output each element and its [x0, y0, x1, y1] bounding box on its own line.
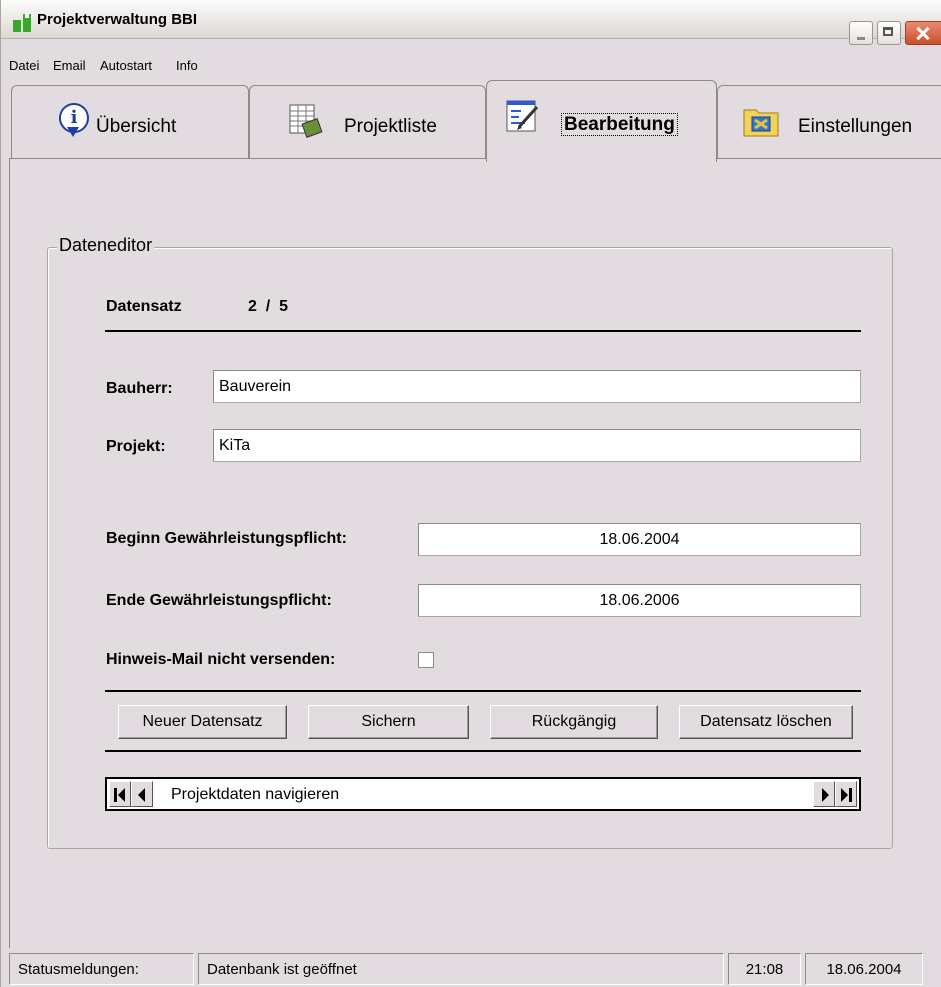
last-record-button[interactable] — [835, 781, 857, 807]
bauherr-field[interactable]: Bauverein — [213, 370, 861, 403]
menu-bar: Datei Email Autostart Info — [1, 54, 941, 78]
tab-panel-border — [9, 158, 941, 159]
tab-label: Übersicht — [96, 116, 177, 137]
close-button[interactable] — [905, 21, 941, 45]
maximize-button[interactable] — [877, 21, 901, 45]
beginn-date-field[interactable]: 18.06.2004 — [418, 523, 861, 556]
minimize-button[interactable] — [849, 21, 873, 45]
first-record-button[interactable] — [109, 781, 131, 807]
tab-label-text: Bearbeitung — [561, 113, 678, 136]
new-record-button[interactable]: Neuer Datensatz — [118, 705, 287, 739]
next-icon — [822, 788, 829, 802]
record-position: 2 / 5 — [248, 298, 289, 315]
beginn-label: Beginn Gewährleistungspflicht: — [106, 530, 347, 547]
divider — [105, 750, 861, 752]
first-icon — [114, 788, 117, 802]
ende-label: Ende Gewährleistungspflicht: — [106, 592, 332, 609]
group-title: Dateneditor — [57, 235, 155, 256]
tab-label: Einstellungen — [798, 116, 913, 137]
window-title: Projektverwaltung BBI — [37, 11, 198, 28]
projekt-field[interactable]: KiTa — [213, 429, 861, 462]
status-bar: Statusmeldungen: Datenbank ist geöffnet … — [1, 947, 941, 987]
last-icon — [841, 788, 848, 802]
status-date: 18.06.2004 — [805, 953, 923, 985]
status-label: Statusmeldungen: — [9, 953, 194, 985]
record-label: Datensatz — [106, 298, 182, 315]
app-window: Projektverwaltung BBI Datei Email Autost… — [0, 0, 941, 987]
projekt-label: Projekt: — [106, 438, 166, 455]
tab-projektliste[interactable]: Projektliste — [249, 85, 486, 159]
ende-date-field[interactable]: 18.06.2006 — [418, 584, 861, 617]
mail-label: Hinweis-Mail nicht versenden: — [106, 651, 336, 668]
next-record-button[interactable] — [813, 781, 835, 807]
save-button[interactable]: Sichern — [308, 705, 469, 739]
menu-info[interactable]: Info — [176, 58, 198, 73]
prev-record-button[interactable] — [131, 781, 153, 807]
tab-panel-edge — [9, 158, 10, 948]
navigator-caption: Projektdaten navigieren — [171, 786, 340, 803]
bauherr-label: Bauherr: — [106, 380, 173, 397]
tab-label: Bearbeitung — [561, 113, 678, 136]
app-logo-icon — [13, 14, 35, 32]
mail-checkbox[interactable] — [418, 652, 434, 668]
title-bar[interactable]: Projektverwaltung BBI — [1, 0, 941, 45]
divider — [105, 330, 861, 332]
tab-bearbeitung[interactable]: Bearbeitung — [486, 80, 717, 162]
divider — [105, 690, 861, 692]
menu-email[interactable]: Email — [53, 58, 86, 73]
list-icon — [289, 104, 323, 138]
tab-label: Projektliste — [344, 116, 437, 137]
settings-icon — [743, 109, 779, 137]
tab-einstellungen[interactable]: Einstellungen — [717, 85, 941, 159]
edit-icon — [506, 100, 539, 132]
tab-uebersicht[interactable]: i Übersicht — [11, 85, 249, 159]
status-message: Datenbank ist geöffnet — [198, 953, 724, 985]
menu-autostart[interactable]: Autostart — [100, 58, 152, 73]
prev-icon — [138, 788, 145, 802]
info-icon: i — [59, 103, 89, 137]
delete-record-button[interactable]: Datensatz löschen — [679, 705, 853, 739]
status-time: 21:08 — [728, 953, 801, 985]
menu-datei[interactable]: Datei — [9, 58, 39, 73]
undo-button[interactable]: Rückgängig — [490, 705, 658, 739]
record-navigator: Projektdaten navigieren — [105, 777, 861, 811]
